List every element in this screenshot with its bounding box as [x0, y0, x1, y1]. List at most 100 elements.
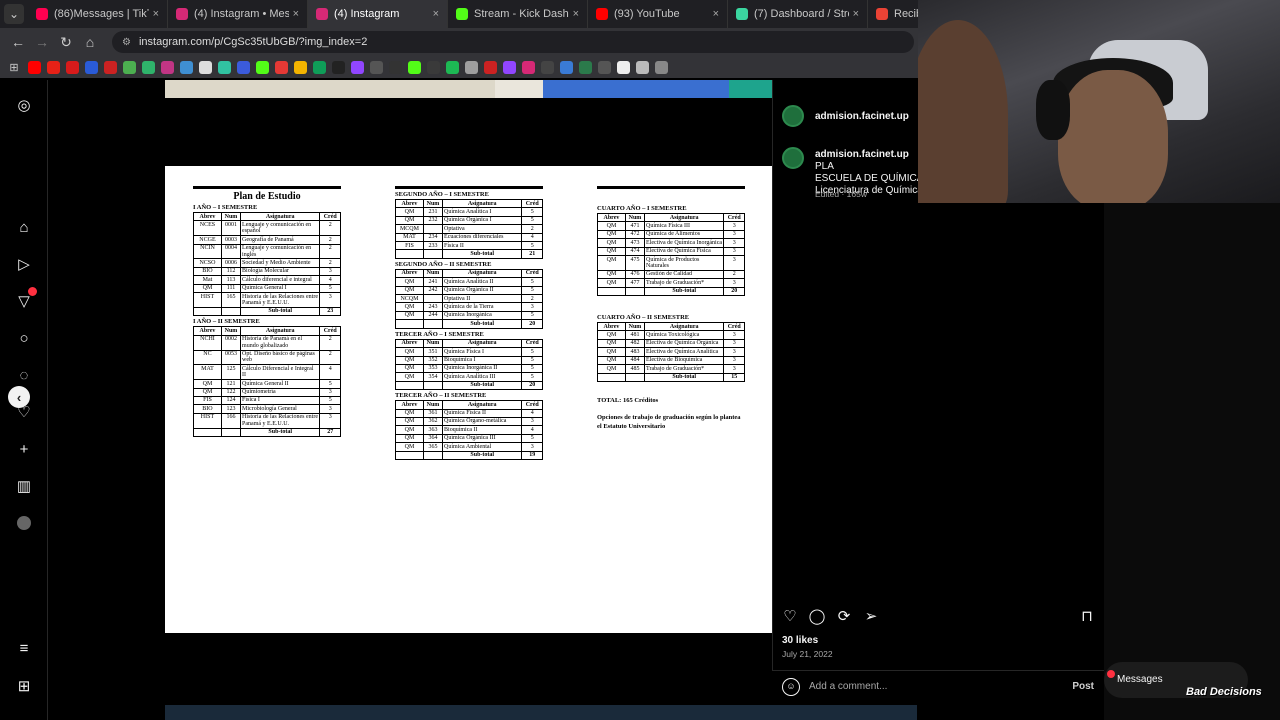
more-menu-icon[interactable]: ≡ — [14, 638, 34, 658]
reload-icon[interactable]: ↻ — [54, 30, 78, 54]
browser-tab[interactable]: (4) Instagram × — [308, 0, 448, 28]
bookmark-flag-icon[interactable] — [85, 60, 98, 74]
home-icon[interactable]: ⌂ — [14, 217, 34, 237]
instagram-logo-icon[interactable]: ◎ — [14, 95, 34, 115]
bookmark-youtube-icon[interactable] — [47, 60, 60, 74]
home-icon[interactable]: ⌂ — [78, 30, 102, 54]
close-tab-icon[interactable]: × — [853, 8, 859, 20]
browser-tab[interactable]: (7) Dashboard / Streamla × — [728, 0, 868, 28]
share-icon[interactable]: ➢ — [862, 607, 880, 625]
table-cell: 474 — [624, 246, 646, 257]
table-cell: Cálculo Diferencial e Integral II — [240, 364, 321, 381]
bookmark-app-icon[interactable] — [332, 60, 345, 74]
bookmark-app-icon[interactable] — [484, 60, 497, 74]
save-bookmark-icon[interactable]: ⊓ — [1078, 607, 1096, 625]
table-cell: Lenguaje y comunicación en inglés — [240, 243, 321, 260]
emoji-icon[interactable]: ☺ — [782, 678, 800, 696]
table-cell: Química Analítica II — [442, 277, 523, 287]
post-date[interactable]: July 21, 2022 — [782, 649, 833, 659]
close-tab-icon[interactable]: × — [433, 8, 439, 20]
bookmark-instagram-icon[interactable] — [522, 60, 535, 74]
bookmark-youtube-icon[interactable] — [28, 60, 41, 74]
table-cell: Quimiometría — [240, 387, 321, 397]
notes-block: TOTAL: 165 Créditos Opciones de trabajo d… — [597, 396, 745, 431]
bookmark-ghost-icon[interactable] — [199, 60, 212, 74]
close-tab-icon[interactable]: × — [573, 8, 579, 20]
bookmark-chart-icon[interactable] — [275, 60, 288, 74]
explore-icon[interactable]: ◌ — [14, 365, 34, 385]
table-cell: 3 — [319, 404, 341, 414]
bookmark-twitch-icon[interactable] — [503, 60, 516, 74]
comment-icon[interactable]: ◯ — [808, 607, 826, 625]
like-heart-icon[interactable]: ♡ — [781, 607, 799, 625]
study-plan-image[interactable]: Plan de Estudio I AÑO – I SEMESTRE Abrev N… — [165, 166, 772, 633]
table-header-row: Abrev Num Asignatura Créd — [395, 198, 543, 209]
bookmark-streamlabs-icon[interactable] — [218, 60, 231, 74]
bookmark-app-icon[interactable] — [465, 60, 478, 74]
also-from-meta-icon[interactable]: ⊞ — [14, 676, 34, 696]
search-icon[interactable]: ○ — [14, 328, 34, 348]
bookmark-globe-icon[interactable] — [180, 60, 193, 74]
bookmark-app-icon[interactable] — [389, 60, 402, 74]
caption-username[interactable]: admision.facinet.up — [815, 149, 909, 160]
apps-grid-icon[interactable]: ⊞ — [6, 55, 22, 79]
bookmark-youtube-icon[interactable] — [66, 60, 79, 74]
profile-avatar[interactable] — [14, 513, 34, 533]
table-row: QM 241 Química Analítica II 5 — [395, 277, 543, 287]
table-cell: Química Toxicológica — [644, 330, 725, 340]
caption-avatar[interactable] — [782, 147, 804, 169]
previous-image-button[interactable]: ‹ — [8, 386, 30, 408]
tab-search-dropdown[interactable]: ⌄ — [4, 4, 24, 24]
comment-input[interactable]: Add a comment... — [809, 681, 887, 692]
bookmark-app-icon[interactable] — [408, 60, 421, 74]
bookmark-green-icon[interactable] — [142, 60, 155, 74]
repost-icon[interactable]: ⟳ — [835, 607, 853, 625]
bookmark-r-icon[interactable] — [237, 60, 250, 74]
close-tab-icon[interactable]: × — [153, 8, 159, 20]
create-icon[interactable]: + — [14, 439, 34, 459]
bookmark-app-icon[interactable] — [655, 60, 668, 74]
post-comment-button[interactable]: Post — [1072, 681, 1094, 692]
messenger-icon[interactable]: ▽ — [14, 287, 37, 311]
browser-tab[interactable]: Stream - Kick Dashboard × — [448, 0, 588, 28]
back-icon[interactable]: ← — [6, 30, 30, 54]
table-cell: 481 — [624, 330, 646, 340]
table-cell: Química Analítica I — [442, 207, 523, 217]
browser-tab[interactable]: (4) Instagram • Messages × — [168, 0, 308, 28]
bookmark-app-icon[interactable] — [427, 60, 440, 74]
bookmark-app-icon[interactable] — [598, 60, 611, 74]
forward-icon[interactable]: → — [30, 30, 54, 54]
bookmark-g-icon[interactable] — [370, 60, 383, 74]
author-avatar[interactable] — [782, 105, 804, 127]
bookmark-app-icon[interactable] — [617, 60, 630, 74]
bookmark-chrome-icon[interactable] — [123, 60, 136, 74]
author-username[interactable]: admision.facinet.up — [815, 111, 909, 122]
close-tab-icon[interactable]: × — [713, 8, 719, 20]
bookmark-app-icon[interactable] — [579, 60, 592, 74]
address-bar[interactable]: ⚙ instagram.com/p/CgSc35tUbGB/?img_index… — [112, 31, 914, 53]
subtotal-label: Sub-total — [442, 380, 523, 391]
table-cell: Sociedad y Medio Ambiente — [240, 258, 321, 268]
bookmark-sheets-icon[interactable] — [313, 60, 326, 74]
browser-tab[interactable]: (93) YouTube × — [588, 0, 728, 28]
bookmark-instagram-icon[interactable] — [161, 60, 174, 74]
bookmark-app-icon[interactable] — [446, 60, 459, 74]
site-info-icon[interactable]: ⚙ — [122, 37, 131, 48]
bookmark-app-icon[interactable] — [541, 60, 554, 74]
dashboard-icon[interactable]: ▥ — [14, 476, 34, 496]
bookmark-app-icon[interactable] — [636, 60, 649, 74]
total-credits: TOTAL: 165 Créditos — [597, 396, 659, 404]
table-cell: 2 — [319, 258, 341, 268]
bookmark-kick-icon[interactable] — [256, 60, 269, 74]
subtotal-label: Sub-total — [240, 427, 321, 437]
bookmark-tool-icon[interactable] — [294, 60, 307, 74]
close-tab-icon[interactable]: × — [293, 8, 299, 20]
table-cell: 2 — [319, 243, 341, 260]
table-cell: Electiva de Química Inorgánica — [644, 238, 725, 248]
browser-tab[interactable]: (86)Messages | TikTok × — [28, 0, 168, 28]
bookmark-red-icon[interactable] — [104, 60, 117, 74]
reels-icon[interactable]: ▷ — [14, 254, 34, 274]
bookmark-twitch-icon[interactable] — [351, 60, 364, 74]
likes-count[interactable]: 30 likes — [782, 635, 818, 646]
bookmark-app-icon[interactable] — [560, 60, 573, 74]
